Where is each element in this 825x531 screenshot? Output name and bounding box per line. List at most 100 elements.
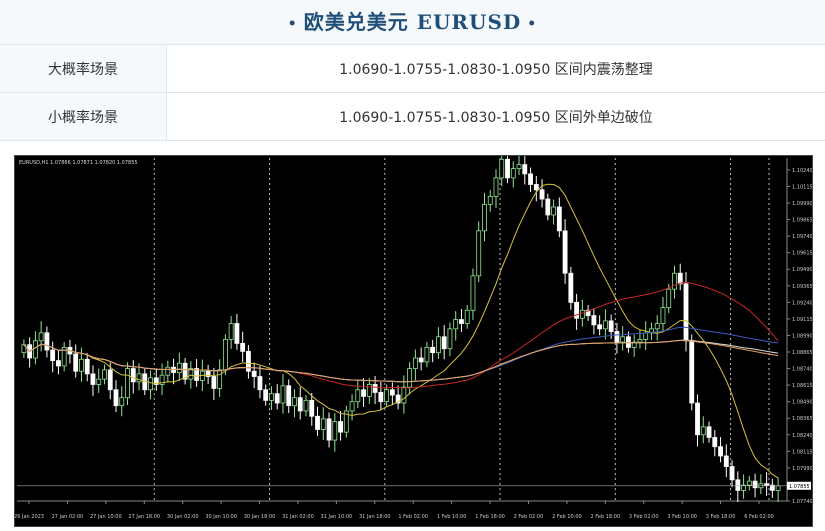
x-tick-label: 6 Feb 02:00 bbox=[744, 514, 774, 520]
candle-body bbox=[683, 283, 689, 342]
candle-body bbox=[320, 418, 326, 430]
candle-body bbox=[90, 373, 96, 385]
candle-body bbox=[338, 421, 343, 433]
scenario-label: 小概率场景 bbox=[0, 92, 167, 141]
candle-body bbox=[505, 158, 510, 179]
candle-body bbox=[257, 376, 263, 391]
candle-body bbox=[240, 343, 246, 352]
candle-body bbox=[562, 230, 568, 274]
candle-body bbox=[735, 479, 741, 491]
y-tick-label: 1.08240 bbox=[792, 433, 812, 439]
candle-body bbox=[775, 485, 781, 491]
candle-body bbox=[361, 389, 366, 397]
candle-body bbox=[38, 332, 44, 342]
candle-body bbox=[384, 389, 390, 403]
x-tick-label: 1 Feb 02:00 bbox=[398, 514, 428, 520]
candle-body bbox=[165, 366, 171, 376]
page-title-text: 欧美兑美元 EURUSD bbox=[303, 10, 522, 34]
candle-body bbox=[119, 397, 125, 407]
candle-body bbox=[113, 389, 119, 407]
candle-body bbox=[56, 360, 61, 367]
candle-body bbox=[228, 323, 234, 340]
candle-body bbox=[712, 437, 718, 448]
x-tick-label: 27 Jan 02:00 bbox=[52, 514, 84, 520]
candle-body bbox=[102, 369, 107, 380]
scenario-text: 1.0690-1.0755-1.0830-1.0950 区间外单边破位 bbox=[166, 92, 825, 141]
candle-body bbox=[424, 346, 430, 363]
candle-body bbox=[44, 332, 50, 351]
x-tick-label: 2 Feb 02:00 bbox=[514, 514, 544, 520]
candle-body bbox=[723, 455, 729, 467]
candle-body bbox=[148, 377, 153, 391]
x-tick-label: 2 Feb 18:00 bbox=[591, 514, 621, 520]
candle-body bbox=[591, 315, 597, 326]
x-tick-label: 27 Jan 10:00 bbox=[90, 514, 122, 520]
x-tick-label: 30 Jan 02:00 bbox=[167, 514, 199, 520]
candle-body bbox=[706, 426, 712, 438]
candle-body bbox=[366, 384, 372, 397]
candle-body bbox=[746, 480, 752, 486]
candle-body bbox=[130, 368, 136, 383]
candle-body bbox=[274, 393, 280, 404]
candlestick-chart-svg: 1.10365 1.10240 1.10115 1.09990 1.09865 1.097… bbox=[15, 156, 812, 520]
candle-body bbox=[349, 401, 355, 412]
table-row: 小概率场景 1.0690-1.0755-1.0830-1.0950 区间外单边破… bbox=[0, 92, 825, 141]
candle-body bbox=[412, 357, 418, 369]
candle-body bbox=[280, 385, 286, 404]
candle-body bbox=[666, 288, 672, 309]
x-tick-label: 2 Feb 10:00 bbox=[552, 514, 582, 520]
scenario-table: 大概率场景 1.0690-1.0755-1.0830-1.0950 区间内震荡整… bbox=[0, 45, 825, 141]
candle-body bbox=[597, 324, 603, 330]
candle-body bbox=[568, 272, 574, 303]
candle-body bbox=[84, 358, 90, 375]
candle-body bbox=[401, 386, 407, 404]
x-tick-label: 30 Jan 10:00 bbox=[205, 514, 237, 520]
candle-body bbox=[677, 272, 683, 285]
candle-body bbox=[407, 368, 413, 388]
scenario-text: 1.0690-1.0755-1.0830-1.0950 区间内震荡整理 bbox=[166, 45, 825, 93]
y-tick-label: 1.07740 bbox=[792, 499, 812, 505]
x-tick-label: 1 Feb 10:00 bbox=[437, 514, 467, 520]
candle-body bbox=[378, 392, 384, 403]
y-tick-label: 1.10115 bbox=[792, 184, 812, 190]
candle-body bbox=[447, 328, 453, 350]
candle-body bbox=[292, 397, 297, 407]
y-tick-label: 1.10240 bbox=[792, 168, 812, 174]
candle-body bbox=[695, 402, 700, 436]
candle-body bbox=[418, 357, 424, 363]
x-tick-label: 31 Jan 18:00 bbox=[359, 514, 391, 520]
table-row: 大概率场景 1.0690-1.0755-1.0830-1.0950 区间内震荡整… bbox=[0, 45, 825, 93]
x-tick-label: 31 Jan 10:00 bbox=[321, 514, 353, 520]
candle-body bbox=[136, 373, 142, 383]
candle-body bbox=[470, 275, 476, 311]
candle-body bbox=[332, 421, 338, 441]
x-tick-label: 31 Jan 02:00 bbox=[282, 514, 314, 520]
y-tick-label: 1.08740 bbox=[792, 367, 812, 373]
candle-body bbox=[269, 393, 274, 401]
candle-body bbox=[522, 164, 528, 175]
candle-body bbox=[459, 319, 464, 324]
candle-body bbox=[286, 385, 292, 407]
candle-body bbox=[700, 426, 706, 436]
y-tick-label: 1.08865 bbox=[792, 350, 812, 356]
candle-body bbox=[654, 323, 660, 330]
y-tick-label: 1.09740 bbox=[792, 234, 812, 240]
candle-body bbox=[660, 307, 666, 324]
candle-body bbox=[441, 336, 447, 350]
candle-body bbox=[764, 483, 770, 486]
y-tick-label: 1.09115 bbox=[792, 317, 812, 323]
candle-body bbox=[32, 340, 38, 359]
candle-body bbox=[263, 389, 269, 401]
candle-body bbox=[620, 336, 626, 343]
candle-body bbox=[493, 177, 499, 197]
y-tick-label: 1.09615 bbox=[792, 251, 812, 257]
y-tick-label: 1.08490 bbox=[792, 400, 812, 406]
candle-body bbox=[516, 164, 522, 169]
y-tick-label: 1.08990 bbox=[792, 333, 812, 339]
x-tick-label: 3 Feb 18:00 bbox=[706, 514, 736, 520]
page-title: • 欧美兑美元 EURUSD • bbox=[0, 0, 825, 45]
moving-average-line bbox=[23, 281, 779, 389]
candle-body bbox=[315, 415, 320, 430]
candle-body bbox=[487, 196, 493, 205]
candle-body bbox=[436, 336, 441, 354]
